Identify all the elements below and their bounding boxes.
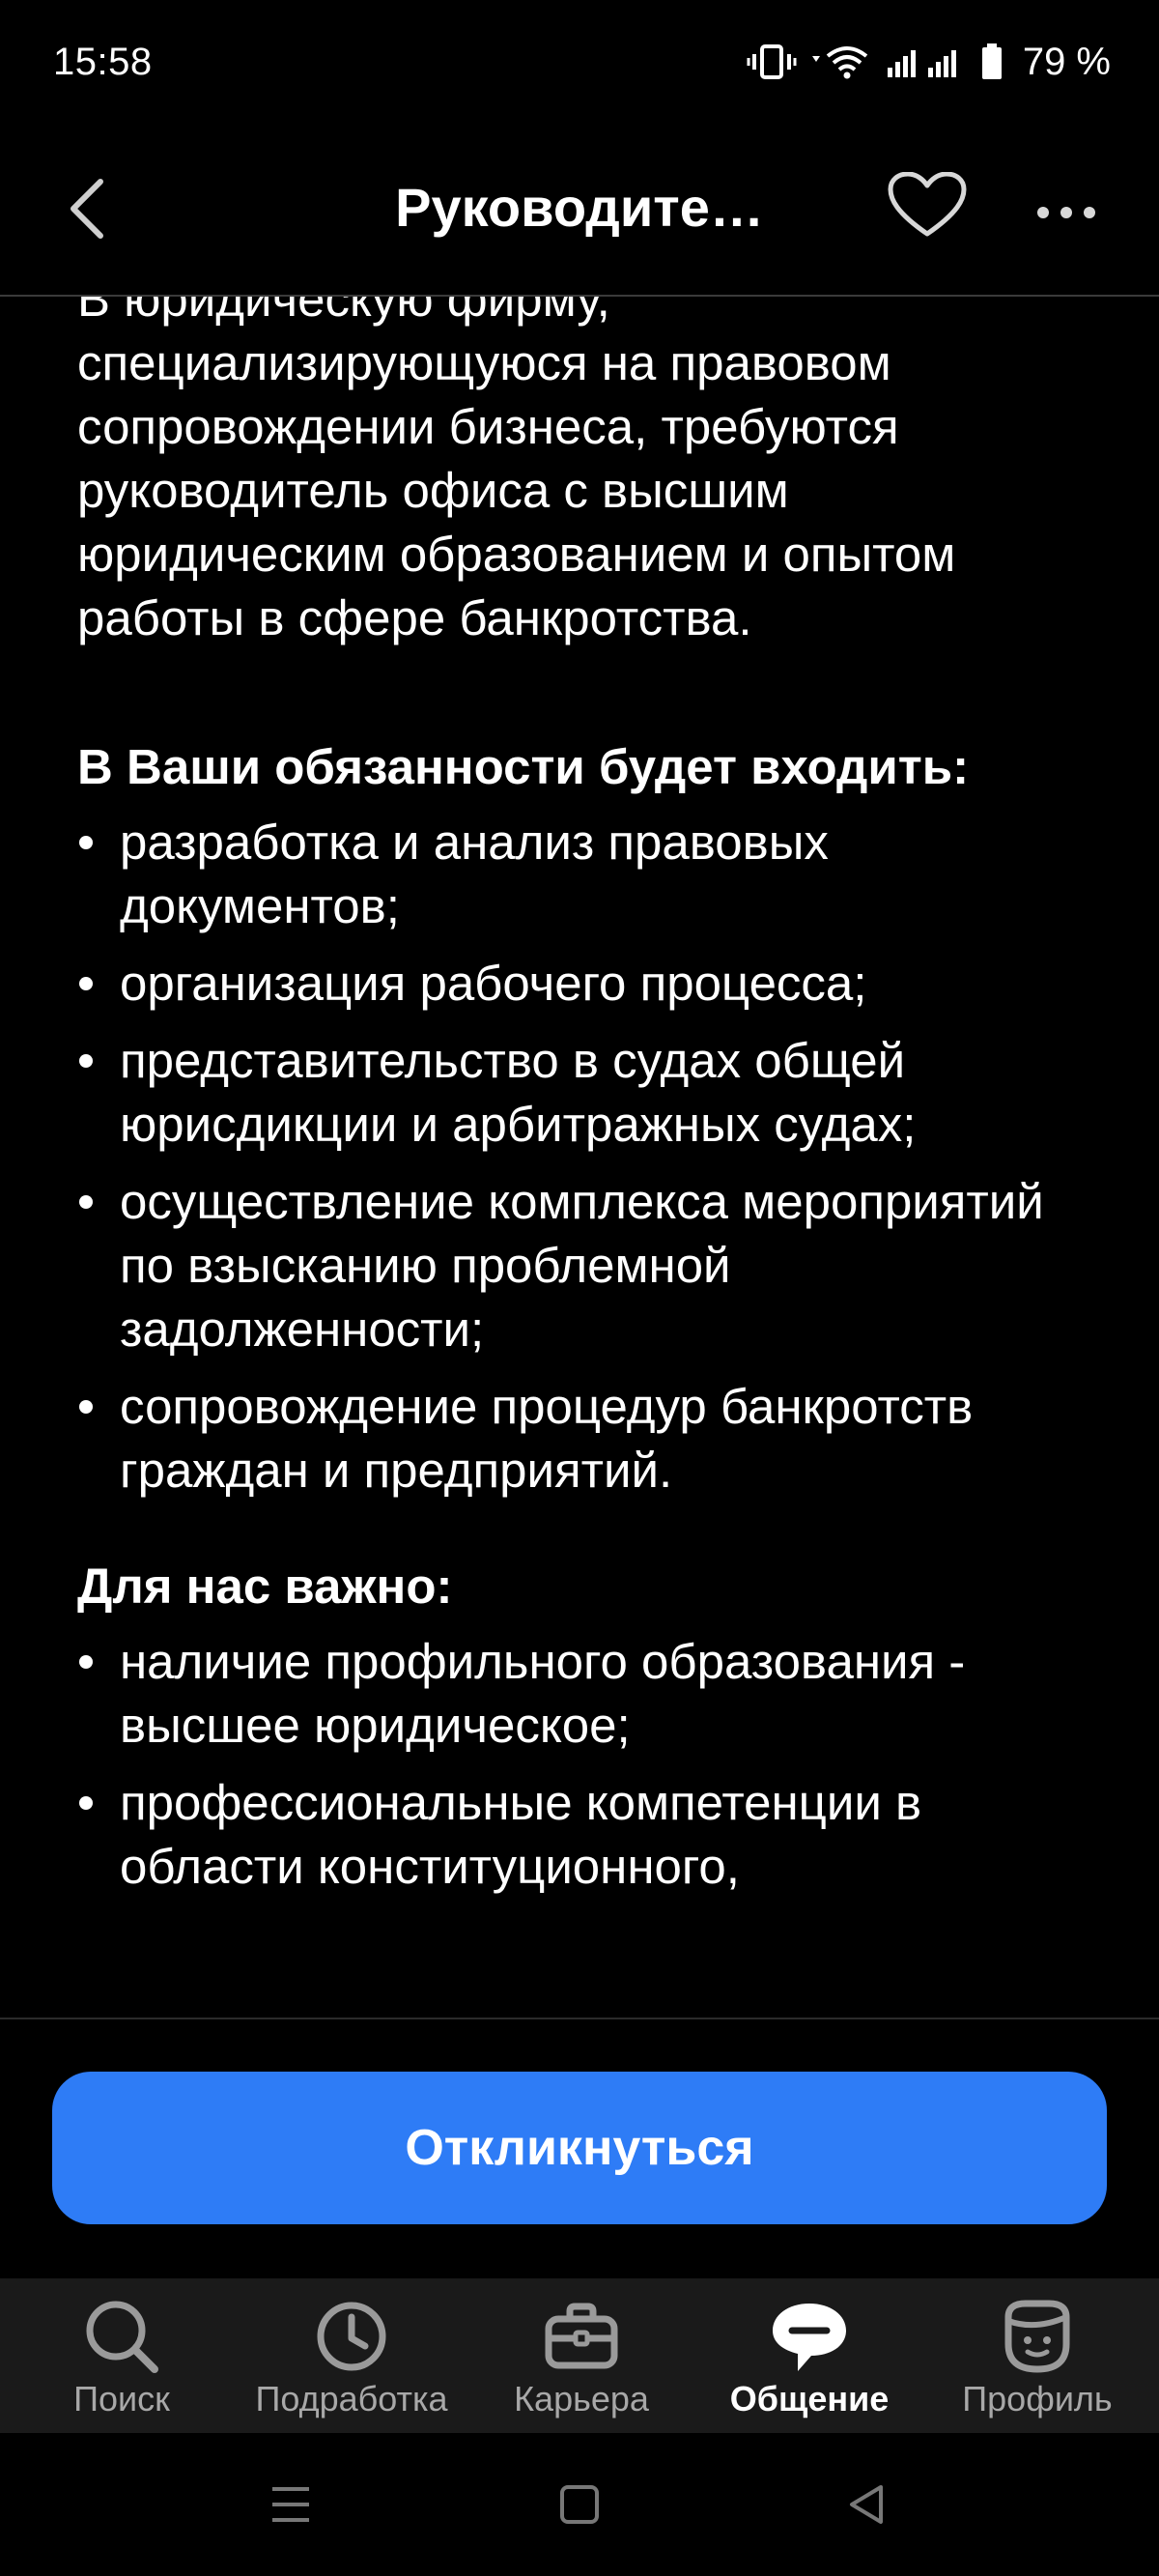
tab-label: Профиль — [962, 2379, 1113, 2419]
more-options-icon[interactable] — [1035, 205, 1097, 220]
vibrate-icon — [747, 44, 797, 79]
tab-side-jobs[interactable]: Подработка — [236, 2278, 467, 2433]
bullet — [79, 1195, 93, 1209]
list-item-text: организация рабочего процесса; — [120, 956, 867, 1011]
list-item: представительство в судах общей юрисдикц… — [77, 1029, 1101, 1157]
tab-label: Общение — [729, 2379, 890, 2419]
status-time: 15:58 — [53, 41, 153, 83]
chat-icon — [773, 2304, 846, 2371]
bullet — [79, 1400, 93, 1414]
list-item-text: профессиональные компетенции в области к… — [120, 1775, 922, 1894]
duties-list: разработка и анализ правовых документов;… — [77, 811, 1101, 1503]
tab-label: Подработка — [255, 2379, 448, 2419]
important-heading: Для нас важно: — [77, 1559, 453, 1614]
list-item: сопровождение процедур банкротств гражда… — [77, 1375, 1101, 1503]
profile-face-icon — [1004, 2300, 1070, 2373]
important-list: наличие профильного образования - высшее… — [77, 1630, 1101, 1899]
tab-career[interactable]: Карьера — [466, 2278, 697, 2433]
tab-label: Поиск — [73, 2379, 170, 2419]
list-item-text: наличие профильного образования - высшее… — [120, 1634, 966, 1753]
bullet — [79, 977, 93, 990]
system-navigation-bar — [0, 2433, 1159, 2576]
list-item-text: представительство в судах общей юрисдикц… — [120, 1033, 917, 1152]
bottom-navigation: Поиск Подработка Карьера Общение Профиль — [0, 2278, 1159, 2433]
tab-label: Карьера — [514, 2379, 649, 2419]
top-app-bar: Руководите… — [0, 126, 1159, 297]
list-item: организация рабочего процесса; — [77, 952, 1101, 1016]
tab-search[interactable]: Поиск — [6, 2278, 238, 2433]
status-icons: 79 % — [747, 39, 1111, 85]
vacancy-description[interactable]: В юридическую фирму, специализирующуюся … — [0, 297, 1159, 2017]
list-item: разработка и анализ правовых документов; — [77, 811, 1101, 938]
battery-percentage: 79 % — [1022, 40, 1111, 83]
list-item-text: сопровождение процедур банкротств гражда… — [120, 1379, 974, 1498]
bullet — [79, 1796, 93, 1810]
page-title: Руководите… — [395, 177, 764, 238]
search-icon — [86, 2301, 158, 2373]
description-body: В юридическую фирму, специализирующуюся … — [77, 297, 1101, 1912]
wifi-icon — [811, 46, 868, 79]
bullet — [79, 1054, 93, 1068]
status-bar: 15:58 79 % — [0, 0, 1159, 126]
back-triangle-icon[interactable] — [838, 2476, 896, 2533]
duties-heading: В Ваши обязанности будет входить: — [77, 739, 970, 794]
apply-bar: Откликнуться — [0, 2018, 1159, 2280]
bullet — [79, 1655, 93, 1669]
bullet — [79, 836, 93, 849]
recent-apps-icon[interactable] — [261, 2476, 319, 2533]
tab-profile[interactable]: Профиль — [921, 2278, 1153, 2433]
battery-icon — [981, 43, 1002, 79]
clock-icon — [317, 2302, 386, 2371]
list-item-text: разработка и анализ правовых документов; — [120, 815, 829, 933]
signal-icon — [887, 50, 956, 77]
tab-messages[interactable]: Общение — [693, 2278, 925, 2433]
list-item-text: осуществление комплекса мероприятий по в… — [120, 1174, 1044, 1357]
heart-icon[interactable] — [887, 172, 968, 240]
list-item: наличие профильного образования - высшее… — [77, 1630, 1101, 1758]
home-icon[interactable] — [551, 2476, 608, 2533]
list-item: профессиональные компетенции в области к… — [77, 1771, 1101, 1899]
list-item: осуществление комплекса мероприятий по в… — [77, 1170, 1101, 1361]
intro-paragraph: В юридическую фирму, специализирующуюся … — [77, 297, 956, 645]
briefcase-icon — [545, 2303, 618, 2369]
apply-button[interactable]: Откликнуться — [52, 2072, 1107, 2224]
